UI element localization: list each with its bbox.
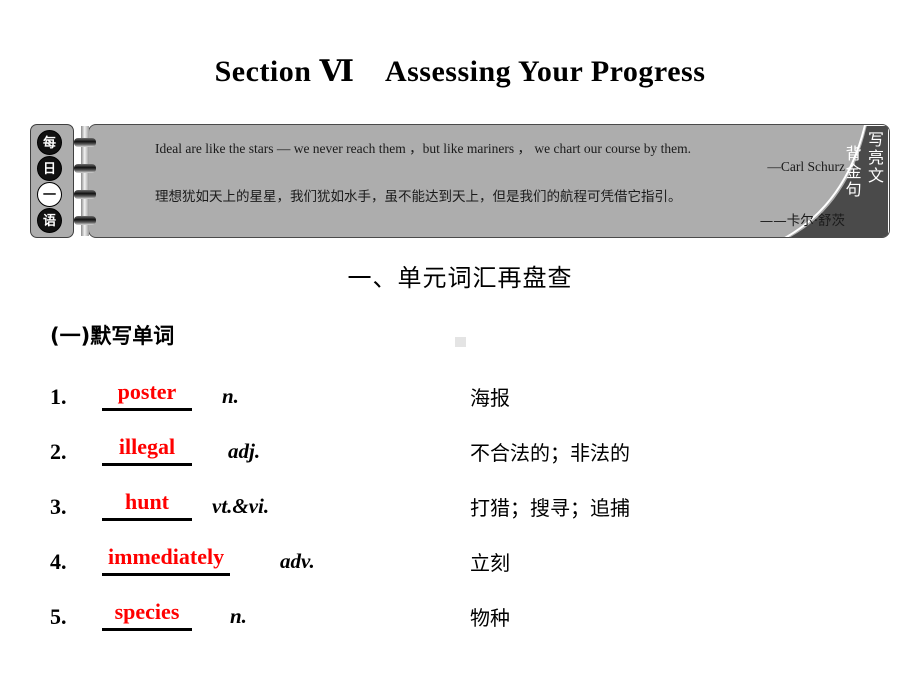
list-item: 2. illegal adj. 不合法的；非法的 <box>50 431 890 486</box>
quote-tab-card: 每 日 一 语 <box>30 124 74 238</box>
sub-heading: (一)默写单词 <box>50 324 175 348</box>
answer-blank[interactable]: species <box>102 598 192 631</box>
corner-text-right: 写亮文 <box>865 131 884 185</box>
tab-circle-1: 每 <box>37 130 62 155</box>
item-number: 4. <box>50 549 67 574</box>
list-item: 5. species n. 物种 <box>50 596 890 651</box>
part-of-speech: n. <box>230 604 247 628</box>
corner-text-left: 背金句 <box>842 145 862 199</box>
binding-ring-1 <box>74 138 96 147</box>
answer-blank[interactable]: immediately <box>102 543 231 576</box>
part-of-speech: vt.&vi. <box>212 494 270 518</box>
chinese-meaning: 不合法的；非法的 <box>470 441 630 465</box>
chinese-quote: 理想犹如天上的星星，我们犹如水手，虽不能达到天上，但是我们的航程可凭借它指引。 <box>155 189 682 205</box>
binding-ring-4 <box>74 216 96 225</box>
answer-blank[interactable]: hunt <box>102 488 192 521</box>
watermark-marker <box>455 337 466 347</box>
item-number: 1. <box>50 384 67 409</box>
quote-tab-circles: 每 日 一 语 <box>37 130 67 234</box>
daily-quote-banner: 每 日 一 语 写亮文 背金句 Ideal are like the stars… <box>30 122 890 242</box>
list-item: 3. hunt vt.&vi. 打猎；搜寻；追捕 <box>50 486 890 541</box>
answer-blank[interactable]: illegal <box>102 433 192 466</box>
part-of-speech: adv. <box>280 549 315 573</box>
item-number: 2. <box>50 439 67 464</box>
chinese-meaning: 海报 <box>470 386 510 410</box>
spiral-binding-rings <box>74 126 96 236</box>
chinese-quote-attribution: ——卡尔·舒茨 <box>759 213 845 229</box>
tab-circle-2: 日 <box>37 156 62 181</box>
page-title: Section Ⅵ Assessing Your Progress <box>214 55 706 88</box>
quote-body: 写亮文 背金句 Ideal are like the stars — we ne… <box>88 124 890 238</box>
english-quote: Ideal are like the stars — we never reac… <box>155 141 692 156</box>
section-heading: 一、单元词汇再盘查 <box>347 264 573 292</box>
list-item: 4. immediately adv. 立刻 <box>50 541 890 596</box>
binding-ring-3 <box>74 190 96 199</box>
vocabulary-list: 1. poster n. 海报 2. illegal adj. 不合法的；非法的… <box>50 376 890 651</box>
item-number: 3. <box>50 494 67 519</box>
tab-circle-3: 一 <box>37 182 62 207</box>
tab-circle-4: 语 <box>37 208 62 233</box>
part-of-speech: n. <box>222 384 239 408</box>
chinese-meaning: 打猎；搜寻；追捕 <box>470 496 630 520</box>
list-item: 1. poster n. 海报 <box>50 376 890 431</box>
chinese-meaning: 立刻 <box>470 551 510 575</box>
binding-ring-2 <box>74 164 96 173</box>
item-number: 5. <box>50 604 67 629</box>
answer-blank[interactable]: poster <box>102 378 192 411</box>
english-quote-attribution: —Carl Schurz <box>767 159 845 174</box>
part-of-speech: adj. <box>228 439 261 463</box>
chinese-meaning: 物种 <box>470 606 510 630</box>
quote-corner-vertical-text: 写亮文 背金句 <box>840 131 885 199</box>
